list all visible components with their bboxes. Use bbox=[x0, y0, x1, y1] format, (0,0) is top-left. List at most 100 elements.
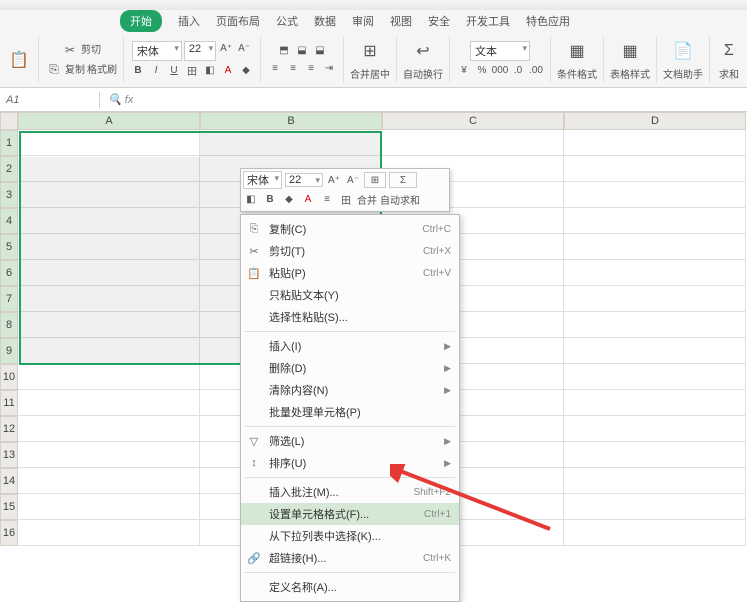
currency-icon[interactable]: ¥ bbox=[456, 63, 472, 79]
cell[interactable] bbox=[18, 130, 200, 156]
ctx-item[interactable]: 📋粘贴(P)Ctrl+V bbox=[241, 262, 459, 284]
align-bot-icon[interactable]: ⬓ bbox=[312, 43, 328, 59]
col-header[interactable]: D bbox=[564, 112, 746, 130]
row-header[interactable]: 9 bbox=[0, 338, 18, 364]
underline-icon[interactable]: U bbox=[166, 63, 182, 79]
cell[interactable] bbox=[564, 260, 746, 286]
font-color-icon[interactable]: A bbox=[220, 63, 236, 79]
ctx-item[interactable]: ▽筛选(L)▶ bbox=[241, 430, 459, 452]
row-header[interactable]: 10 bbox=[0, 364, 18, 390]
name-box[interactable]: A1 bbox=[0, 92, 100, 108]
mini-fontcolor-icon[interactable]: A bbox=[300, 191, 316, 207]
cell[interactable] bbox=[564, 390, 746, 416]
align-left-icon[interactable]: ≡ bbox=[267, 61, 283, 77]
row-header[interactable]: 3 bbox=[0, 182, 18, 208]
ctx-item[interactable]: ↕排序(U)▶ bbox=[241, 452, 459, 474]
ctx-item[interactable]: 🔗超链接(H)...Ctrl+K bbox=[241, 547, 459, 569]
mini-clear-icon[interactable]: ◧ bbox=[243, 191, 259, 207]
row-header[interactable]: 5 bbox=[0, 234, 18, 260]
mini-border-icon[interactable]: 田 bbox=[338, 191, 354, 207]
ctx-item[interactable]: 批量处理单元格(P) bbox=[241, 401, 459, 423]
row-header[interactable]: 14 bbox=[0, 468, 18, 494]
cell[interactable] bbox=[18, 364, 200, 390]
cell[interactable] bbox=[18, 390, 200, 416]
tab-2[interactable]: 页面布局 bbox=[216, 13, 260, 29]
align-center-icon[interactable]: ≡ bbox=[285, 61, 301, 77]
cell[interactable] bbox=[18, 156, 200, 182]
dec-dec-icon[interactable]: .00 bbox=[528, 63, 544, 79]
bold-icon[interactable]: B bbox=[130, 63, 146, 79]
mini-bold-icon[interactable]: B bbox=[262, 191, 278, 207]
ctx-item[interactable]: 只粘贴文本(Y) bbox=[241, 284, 459, 306]
cell[interactable] bbox=[18, 442, 200, 468]
ctx-item[interactable]: 清除内容(N)▶ bbox=[241, 379, 459, 401]
mini-fill-icon[interactable]: ◆ bbox=[281, 191, 297, 207]
cell[interactable] bbox=[18, 260, 200, 286]
row-header[interactable]: 12 bbox=[0, 416, 18, 442]
inc-dec-icon[interactable]: .0 bbox=[510, 63, 526, 79]
row-header[interactable]: 16 bbox=[0, 520, 18, 546]
copy-icon[interactable]: ⎘ bbox=[45, 61, 63, 79]
cut-icon[interactable]: ✂ bbox=[61, 41, 79, 59]
cell[interactable] bbox=[564, 182, 746, 208]
col-header[interactable]: A bbox=[18, 112, 200, 130]
fx-icon[interactable]: 🔍 fx bbox=[100, 93, 141, 106]
align-top-icon[interactable]: ⬒ bbox=[276, 43, 292, 59]
tab-3[interactable]: 公式 bbox=[276, 13, 298, 29]
cell[interactable] bbox=[564, 442, 746, 468]
fill-color-icon[interactable]: ◧ bbox=[202, 63, 218, 79]
mini-shrink-icon[interactable]: A⁻ bbox=[345, 172, 361, 188]
cell[interactable] bbox=[18, 468, 200, 494]
mini-align-icon[interactable]: ≡ bbox=[319, 191, 335, 207]
cell[interactable] bbox=[564, 338, 746, 364]
cell[interactable] bbox=[564, 208, 746, 234]
cell[interactable] bbox=[18, 520, 200, 546]
cell[interactable] bbox=[18, 338, 200, 364]
cell[interactable] bbox=[18, 234, 200, 260]
select-all-corner[interactable] bbox=[0, 112, 18, 130]
mini-sum-icon[interactable]: Σ bbox=[389, 172, 417, 188]
condfmt-icon[interactable]: ▦ bbox=[564, 38, 590, 64]
numfmt-select[interactable]: 文本 bbox=[470, 41, 530, 61]
border-icon[interactable]: 田 bbox=[184, 63, 200, 79]
ctx-item[interactable]: 插入(I)▶ bbox=[241, 335, 459, 357]
cell[interactable] bbox=[564, 416, 746, 442]
cell[interactable] bbox=[200, 130, 382, 156]
ctx-item[interactable]: ✂剪切(T)Ctrl+X bbox=[241, 240, 459, 262]
grow-font-icon[interactable]: A⁺ bbox=[218, 41, 234, 57]
tab-7[interactable]: 安全 bbox=[428, 13, 450, 29]
tab-6[interactable]: 视图 bbox=[390, 13, 412, 29]
cell[interactable] bbox=[382, 130, 564, 156]
shrink-font-icon[interactable]: A⁻ bbox=[236, 41, 252, 57]
highlight-icon[interactable]: ◆ bbox=[238, 63, 254, 79]
ctx-item[interactable]: 定义名称(A)... bbox=[241, 576, 459, 598]
cell[interactable] bbox=[564, 364, 746, 390]
tab-4[interactable]: 数据 bbox=[314, 13, 336, 29]
wrap-icon[interactable]: ↩ bbox=[410, 38, 436, 64]
row-header[interactable]: 6 bbox=[0, 260, 18, 286]
cell[interactable] bbox=[18, 208, 200, 234]
cell[interactable] bbox=[564, 156, 746, 182]
mini-font-select[interactable]: 宋体 bbox=[243, 171, 282, 189]
cell[interactable] bbox=[564, 286, 746, 312]
tab-0[interactable]: 开始 bbox=[120, 10, 162, 32]
mini-size-select[interactable]: 22 bbox=[285, 173, 323, 187]
row-header[interactable]: 8 bbox=[0, 312, 18, 338]
ctx-item[interactable]: 删除(D)▶ bbox=[241, 357, 459, 379]
align-right-icon[interactable]: ≡ bbox=[303, 61, 319, 77]
row-header[interactable]: 2 bbox=[0, 156, 18, 182]
percent-icon[interactable]: % bbox=[474, 63, 490, 79]
row-header[interactable]: 13 bbox=[0, 442, 18, 468]
mini-grow-icon[interactable]: A⁺ bbox=[326, 172, 342, 188]
ctx-item[interactable]: ⎘复制(C)Ctrl+C bbox=[241, 218, 459, 240]
cell[interactable] bbox=[564, 312, 746, 338]
cell[interactable] bbox=[18, 416, 200, 442]
merge-icon[interactable]: ⊞ bbox=[357, 38, 383, 64]
paste-icon[interactable]: 📋 bbox=[6, 47, 32, 73]
cell[interactable] bbox=[18, 312, 200, 338]
tab-9[interactable]: 特色应用 bbox=[526, 13, 570, 29]
thousands-icon[interactable]: 000 bbox=[492, 63, 508, 79]
indent-icon[interactable]: ⇥ bbox=[321, 61, 337, 77]
col-header[interactable]: B bbox=[200, 112, 382, 130]
sum-icon[interactable]: Σ bbox=[716, 38, 742, 64]
